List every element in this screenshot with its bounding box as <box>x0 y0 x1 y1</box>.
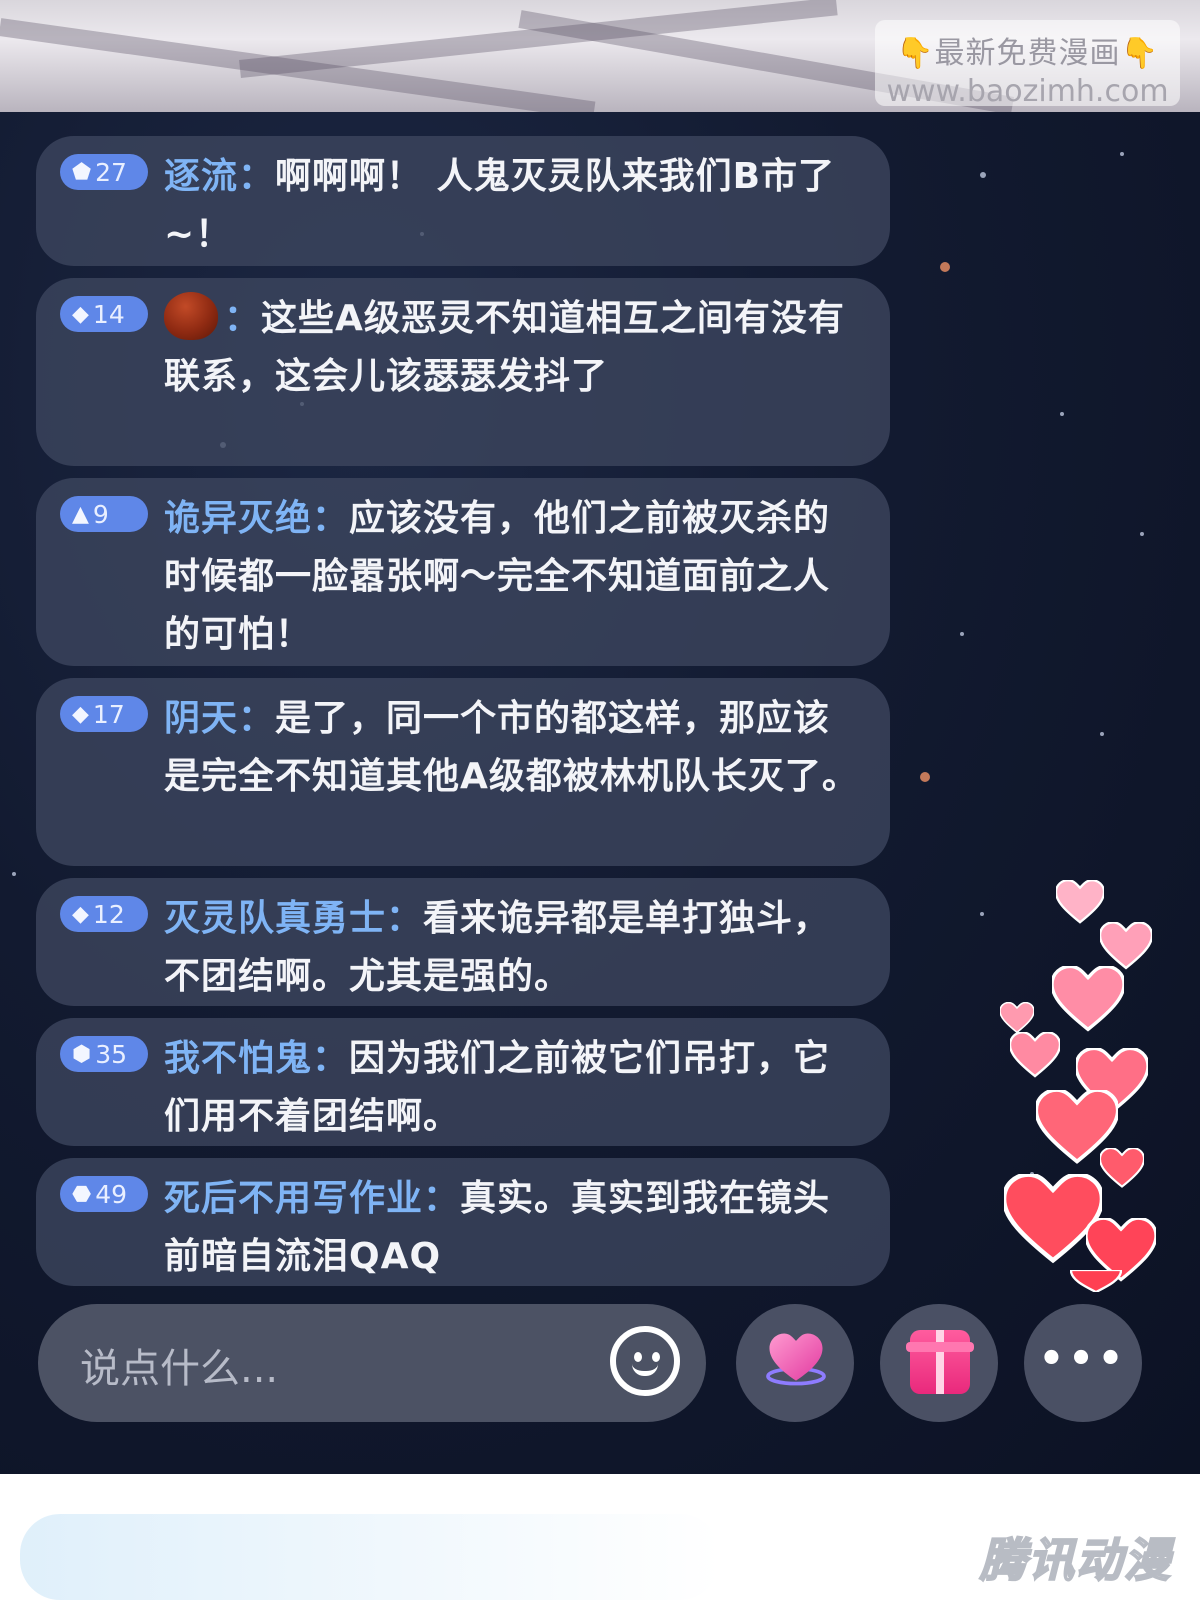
level-number: 14 <box>92 299 125 329</box>
like-button[interactable] <box>736 1304 854 1422</box>
publisher-logo: 腾讯动漫 <box>979 1532 1172 1588</box>
watermark: 👇最新免费漫画👇 www.baozimh.com <box>875 20 1180 109</box>
username[interactable]: 诡异灭绝 <box>164 498 312 539</box>
hexagon-badge-icon: ⬢ <box>72 1041 92 1067</box>
chat-message: ◆ 14 ：这些A级恶灵不知道相互之间有没有联系，这会儿该瑟瑟发抖了 <box>36 278 890 466</box>
chat-input-placeholder[interactable]: 说点什么... <box>80 1336 278 1394</box>
username[interactable]: 死后不用写作业 <box>164 1178 423 1219</box>
chat-message: ⬢ 35 我不怕鬼：因为我们之前被它们吊打，它们用不着团结啊。 <box>36 1018 890 1146</box>
level-number: 49 <box>95 1179 128 1209</box>
chat-message: ⬣ 49 死后不用写作业：真实。真实到我在镜头前暗自流泪QAQ <box>36 1158 890 1286</box>
watermark-url: www.baozimh.com <box>886 74 1169 109</box>
octagon-badge-icon: ⬣ <box>72 1181 92 1207</box>
gift-button[interactable] <box>880 1304 998 1422</box>
level-badge: ▲ 9 <box>60 496 148 532</box>
page-footer: 腾讯动漫 <box>0 1474 1200 1600</box>
more-icon: ••• <box>1038 1336 1128 1382</box>
level-number: 9 <box>92 499 109 529</box>
chat-message: ⬟ 27 逐流：啊啊啊！ 人鬼灭灵队来我们B市了~！ <box>36 136 890 266</box>
heart-icon <box>1010 1032 1060 1078</box>
smiley-icon[interactable] <box>610 1326 680 1396</box>
level-number: 17 <box>92 699 125 729</box>
level-badge: ◆ 12 <box>60 896 148 932</box>
chat-message: ◆ 12 灭灵队真勇士：看来诡异都是单打独斗，不团结啊。尤其是强的。 <box>36 878 890 1006</box>
level-badge: ◆ 14 <box>60 296 148 332</box>
heart-icon <box>766 1333 826 1386</box>
level-number: 35 <box>95 1039 128 1069</box>
triangle-badge-icon: ▲ <box>72 501 89 527</box>
floating-hearts <box>1000 872 1180 1292</box>
heart-icon <box>1056 880 1104 924</box>
username[interactable]: 阴天 <box>164 698 238 739</box>
message-text: 这些A级恶灵不知道相互之间有没有联系，这会儿该瑟瑟发抖了 <box>164 298 845 397</box>
level-badge: ◆ 17 <box>60 696 148 732</box>
pentagon-badge-icon: ⬟ <box>72 159 92 185</box>
gift-icon <box>906 1330 974 1394</box>
username[interactable]: 灭灵队真勇士 <box>164 898 386 939</box>
heart-icon <box>1000 1002 1034 1034</box>
level-badge: ⬣ 49 <box>60 1176 148 1212</box>
diamond-badge-icon: ◆ <box>72 301 89 327</box>
chat-message: ◆ 17 阴天：是了，同一个市的都这样，那应该是完全不知道其他A级都被林机队长灭了… <box>36 678 890 866</box>
more-button[interactable]: ••• <box>1024 1304 1142 1422</box>
username[interactable]: 逐流 <box>164 156 238 197</box>
hand-pointing-down-icon: 👇 <box>1120 36 1159 71</box>
level-badge: ⬢ 35 <box>60 1036 148 1072</box>
heart-icon <box>1100 1148 1144 1188</box>
top-photo-strip: 👇最新免费漫画👇 www.baozimh.com <box>0 0 1200 112</box>
diamond-badge-icon: ◆ <box>72 701 89 727</box>
live-stream-screen: ⬟ 27 逐流：啊啊啊！ 人鬼灭灵队来我们B市了~！ ◆ 14 ：这些A级恶灵不知道… <box>0 112 1200 1474</box>
watermark-title: 最新免费漫画 <box>934 36 1121 71</box>
level-badge: ⬟ 27 <box>60 154 148 190</box>
hand-pointing-down-icon: 👇 <box>896 36 935 71</box>
username[interactable]: 我不怕鬼 <box>164 1038 312 1079</box>
heart-icon <box>1052 966 1124 1032</box>
level-number: 27 <box>95 157 127 187</box>
chat-input[interactable]: 说点什么... <box>38 1304 706 1422</box>
level-number: 12 <box>92 899 125 929</box>
diamond-badge-icon: ◆ <box>72 901 89 927</box>
chat-message: ▲ 9 诡异灭绝：应该没有，他们之前被灭杀的时候都一脸嚣张啊～完全不知道面前之人的… <box>36 478 890 666</box>
heart-icon <box>1100 922 1152 970</box>
heart-icon <box>1070 1270 1122 1292</box>
chestnut-icon[interactable] <box>164 292 218 340</box>
